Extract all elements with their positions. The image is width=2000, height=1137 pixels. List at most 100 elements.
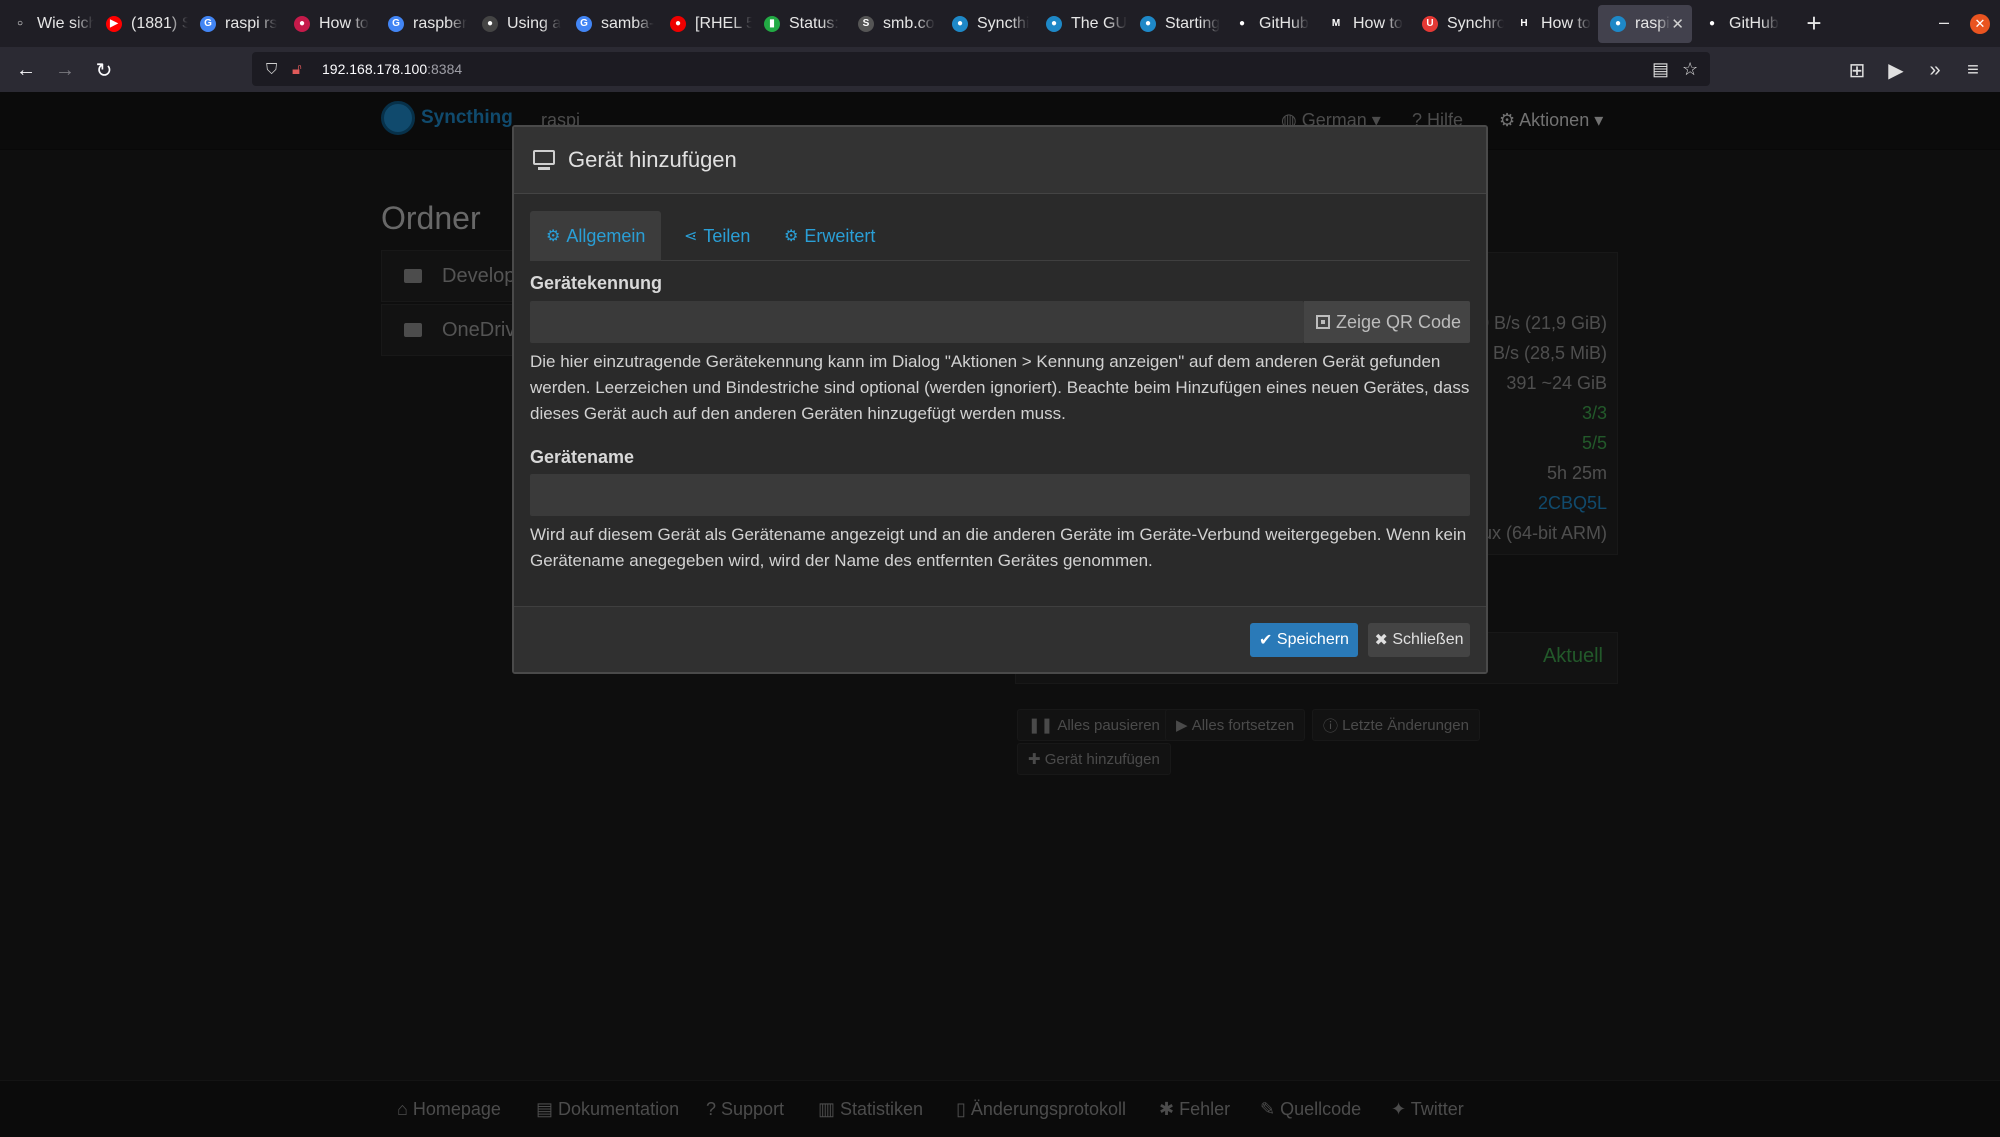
tab-title: The GU [1071,14,1128,32]
tab-favicon-icon: ● [294,15,310,32]
tab-favicon-icon: S [858,15,874,32]
tab-title: Synchro [1447,14,1504,32]
tab-favicon-icon: ▶ [106,15,122,32]
tab-advanced[interactable]: ⚙ Erweitert [768,211,891,261]
browser-tab[interactable]: ● Syncthi [940,5,1034,43]
new-tab-button[interactable]: + [1794,5,1834,43]
tab-title: How to [1541,14,1591,32]
check-icon: ✔ [1259,632,1273,649]
forward-button[interactable]: → [50,55,80,85]
dialog-header: Gerät hinzufügen [514,127,1486,194]
tab-list: ○ Wie sich ▶ (1881) S Graspi rs ● How to Graspb… [0,4,1786,43]
close-button[interactable]: ✖ Schließen [1368,623,1470,657]
tab-title: smb.co [883,14,935,32]
insecure-lock-icon[interactable]: 🔓︎ [292,61,312,78]
tab-favicon-icon: ● [1708,18,1716,29]
shield-icon[interactable]: ⛉ [266,61,286,78]
browser-tab[interactable]: Graspi rs [188,5,282,43]
tab-favicon-icon: ▮ [764,15,780,32]
menu-hamburger-icon[interactable]: ≡ [1958,55,1988,85]
browser-tab[interactable]: Graspber [376,5,470,43]
tab-favicon-icon: U [1422,15,1438,32]
browser-tab-strip: ○ Wie sich ▶ (1881) S Graspi rs ● How to Graspb… [0,0,2000,47]
tab-sharing[interactable]: ⋖ Teilen [668,211,766,261]
tab-general[interactable]: ⚙ Allgemein [530,211,662,261]
dialog-footer: ✔ Speichern ✖ Schließen [514,606,1486,672]
media-play-icon[interactable]: ▶ [1881,55,1911,85]
tab-title: GitHub [1729,14,1779,32]
tab-favicon-icon: G [200,15,216,32]
browser-tab[interactable]: Gsamba- [564,5,658,43]
device-id-help-text: Die hier einzutragende Gerätekennung kan… [530,352,1470,423]
tab-favicon-icon: ● [482,15,498,32]
tab-favicon-icon: ● [1610,15,1626,32]
browser-tab[interactable]: ▶ (1881) S [94,5,188,43]
tab-favicon-icon: ○ [16,18,24,29]
tab-favicon-icon: ● [952,15,968,32]
tab-favicon-icon: G [388,15,404,32]
tab-title: How to [319,14,369,32]
add-device-dialog: Gerät hinzufügen ⚙ Allgemein ⋖ Teilen ⚙ Erw… [512,125,1488,674]
browser-tab[interactable]: ● [RHEL 5 [658,5,752,43]
gear-icon: ⚙ [546,228,561,245]
dialog-tabs: ⚙ Allgemein ⋖ Teilen ⚙ Erweitert [530,211,1470,261]
browser-tab[interactable]: ● raspi ✕ [1598,4,1692,43]
close-icon: ✖ [1374,632,1388,649]
browser-tab[interactable]: Ssmb.co [846,5,940,43]
browser-tab[interactable]: ▮ Status: [752,5,846,43]
browser-tab[interactable]: ● Starting [1128,5,1222,43]
tab-favicon-icon: G [576,15,592,32]
browser-tab[interactable]: ● GitHub [1692,5,1786,43]
browser-tab[interactable]: ● The GU [1034,5,1128,43]
qrcode-icon [1316,315,1330,329]
browser-navbar: ← → ↻ ⛉ 🔓︎ 192.168.178.100:8384 ▤ ☆ ⊞ ▶ … [0,47,2000,92]
tab-title: Status: [789,14,839,32]
minimize-button[interactable]: – [1930,8,1958,36]
bookmark-star-icon[interactable]: ☆ [1682,52,1698,86]
tab-favicon-icon: ● [1046,15,1062,32]
device-name-help-text: Wird auf diesem Gerät als Gerätename ang… [530,525,1467,570]
browser-tab[interactable]: ○ Wie sich [0,5,94,43]
back-button[interactable]: ← [11,55,41,85]
window-close-button[interactable]: ✕ [1970,14,1990,34]
browser-tab[interactable]: ● How to [282,5,376,43]
device-id-input[interactable] [531,302,1303,342]
extensions-grid-icon[interactable]: ⊞ [1842,55,1872,85]
browser-tab[interactable]: ● GitHub [1222,5,1316,43]
tab-title: How to [1353,14,1403,32]
tab-favicon-icon: M [1331,18,1341,29]
share-icon: ⋖ [684,228,698,245]
device-id-field[interactable] [530,301,1304,343]
tab-favicon-icon: H [1520,18,1528,29]
tab-favicon-icon: ● [670,15,686,32]
browser-tab[interactable]: H How to [1504,5,1598,43]
tab-title: samba- [601,14,655,32]
tab-title: Syncthi [977,14,1030,32]
tab-title: Starting [1165,14,1221,32]
show-qr-code-button[interactable]: Zeige QR Code [1304,301,1470,343]
reader-view-icon[interactable]: ▤ [1652,52,1669,86]
tab-favicon-icon: ● [1238,18,1246,29]
tab-favicon-icon: ● [1140,15,1156,32]
device-name-label: Gerätename [530,447,635,467]
device-name-input[interactable] [531,475,1469,515]
browser-tab[interactable]: M How to [1316,5,1410,43]
tab-title: Using a [507,14,562,32]
reload-button[interactable]: ↻ [89,55,119,85]
tab-title: raspber [413,14,468,32]
tab-title: [RHEL 5 [695,14,752,32]
tab-title: GitHub [1259,14,1309,32]
tab-title: (1881) S [131,14,188,32]
tab-title: Wie sich [37,14,94,32]
tab-title: raspi rs [225,14,278,32]
tab-close-icon[interactable]: ✕ [1671,15,1684,33]
address-bar[interactable]: ⛉ 🔓︎ 192.168.178.100:8384 ▤ ☆ [252,52,1710,86]
device-name-field[interactable] [530,474,1470,516]
overflow-chevron-icon[interactable]: » [1920,55,1950,85]
dialog-title: Gerät hinzufügen [568,147,737,172]
save-button[interactable]: ✔ Speichern [1250,623,1358,657]
browser-tab[interactable]: U Synchro [1410,5,1504,43]
gears-icon: ⚙ [784,228,799,245]
browser-tab[interactable]: ● Using a [470,5,564,43]
url-text[interactable]: 192.168.178.100:8384 [322,61,462,77]
